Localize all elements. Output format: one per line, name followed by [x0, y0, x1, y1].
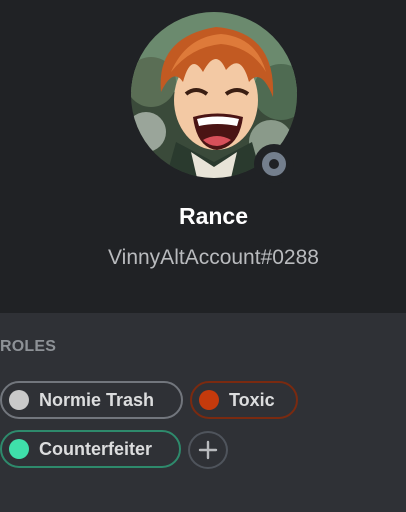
display-name: Rance	[178, 203, 249, 229]
add-role-button[interactable]	[188, 431, 228, 469]
plus-icon	[198, 440, 218, 460]
role-color-dot-icon[interactable]	[9, 439, 29, 459]
role-pill-counterfeiter[interactable]: Counterfeiter	[0, 430, 181, 468]
status-indicator	[254, 144, 294, 184]
role-label: Toxic	[229, 390, 275, 410]
role-label: Counterfeiter	[39, 439, 153, 459]
role-color-dot-icon[interactable]	[9, 390, 29, 410]
profile-header: Rance VinnyAltAccount#0288	[0, 0, 406, 313]
role-pill-toxic[interactable]: Toxic	[190, 381, 298, 419]
role-pill-normie-trash[interactable]: Normie Trash	[0, 381, 183, 419]
offline-status-icon	[262, 152, 286, 176]
role-label: Normie Trash	[39, 390, 155, 410]
username-tag[interactable]: VinnyAltAccount#0288	[0, 244, 406, 272]
role-color-dot-icon[interactable]	[199, 390, 219, 410]
roles-heading: ROLES	[0, 338, 57, 355]
avatar-container[interactable]	[131, 12, 297, 184]
